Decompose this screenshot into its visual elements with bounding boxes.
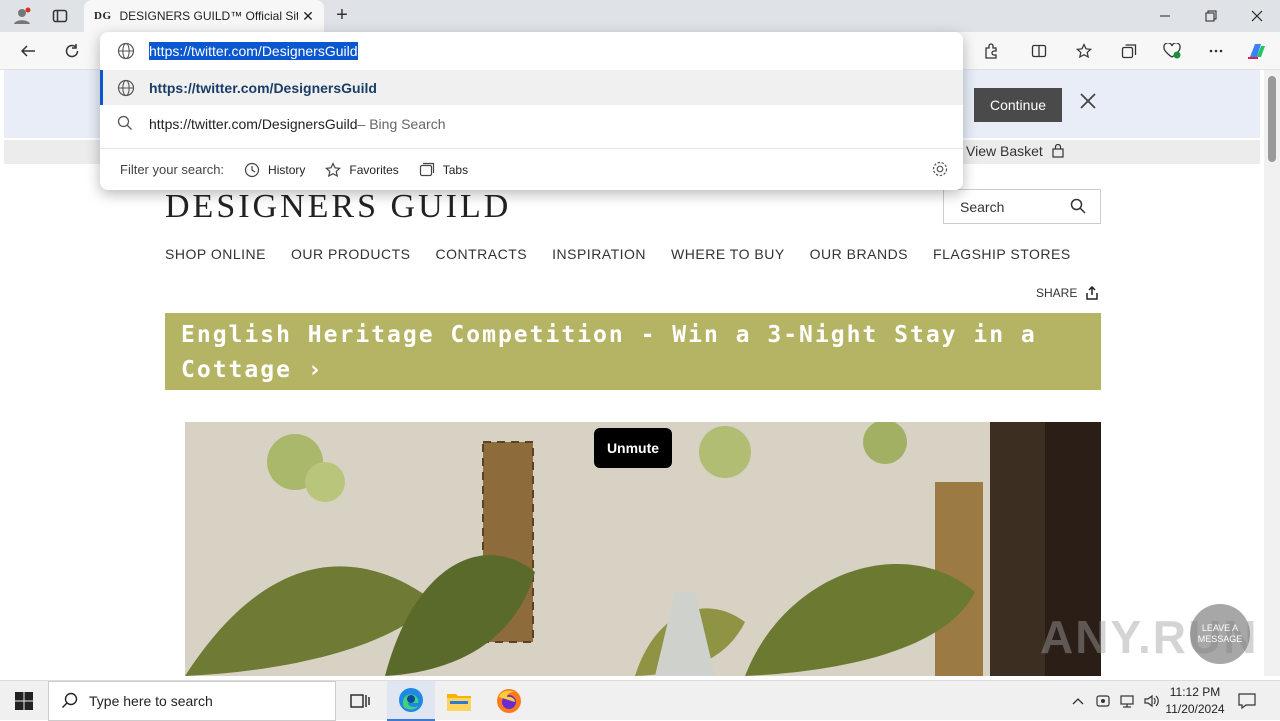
nav-our-brands[interactable]: OUR BRANDS (810, 246, 908, 262)
site-logo[interactable]: DESIGNERS GUILD (165, 188, 511, 226)
notification-icon[interactable] (1234, 681, 1260, 721)
taskbar-clock[interactable]: 11:12 PM 11/20/2024 (1160, 684, 1230, 718)
basket-icon (1052, 144, 1064, 158)
filter-favorites-label: Favorites (349, 162, 399, 177)
collections-icon[interactable] (1117, 39, 1141, 63)
view-basket-link[interactable]: View Basket (966, 143, 1065, 159)
firefox-icon (497, 689, 521, 713)
minimize-button[interactable] (1142, 0, 1188, 32)
site-favicon-icon: DG (94, 10, 112, 22)
star-icon (325, 161, 342, 177)
tray-overflow-icon[interactable] (1068, 681, 1088, 721)
browser-tab-bar: DG DESIGNERS GUILD™ Official Site ✕ + (0, 0, 1280, 32)
taskbar-search-input[interactable]: Type here to search (48, 681, 336, 721)
security-icon[interactable] (1092, 681, 1114, 721)
continue-button[interactable]: Continue (974, 88, 1062, 122)
site-search-input[interactable]: Search (943, 189, 1101, 224)
unmute-button[interactable]: Unmute (594, 428, 672, 468)
taskbar-firefox[interactable] (485, 681, 533, 721)
taskbar-edge-app[interactable] (387, 681, 435, 721)
promo-banner[interactable]: English Heritage Competition - Win a 3-N… (165, 313, 1101, 390)
suggestion-url-text: https://twitter.com/DesignersGuild (149, 79, 377, 96)
nav-where-to-buy[interactable]: WHERE TO BUY (671, 246, 785, 262)
windows-logo-icon (15, 692, 33, 710)
network-icon[interactable] (1116, 681, 1138, 721)
address-bar-dropdown: https://twitter.com/DesignersGuild https… (100, 32, 963, 190)
tabs-icon (419, 162, 434, 176)
browser-essentials-icon[interactable] (1160, 39, 1184, 63)
close-window-button[interactable] (1234, 0, 1280, 32)
tab-actions-icon[interactable] (48, 4, 72, 28)
filter-history[interactable]: History (244, 162, 305, 178)
restore-button[interactable] (1188, 0, 1234, 32)
suggestion-bing-search[interactable]: https://twitter.com/DesignersGuild – Bin… (100, 106, 963, 141)
site-search-placeholder: Search (960, 198, 1005, 215)
notice-close-icon[interactable] (1076, 92, 1100, 116)
nav-inspiration[interactable]: INSPIRATION (552, 246, 646, 262)
filter-tabs[interactable]: Tabs (419, 162, 468, 178)
filter-favorites[interactable]: Favorites (325, 161, 399, 178)
globe-icon (117, 79, 135, 100)
start-button[interactable] (0, 681, 48, 721)
address-bar-value: https://twitter.com/DesignersGuild (149, 42, 358, 60)
profile-icon[interactable] (10, 4, 34, 28)
nav-flagship-stores[interactable]: FLAGSHIP STORES (933, 246, 1071, 262)
search-icon (61, 692, 79, 713)
back-button[interactable] (16, 39, 40, 63)
nav-shop-online[interactable]: SHOP ONLINE (165, 246, 266, 262)
clock-time: 11:12 PM (1169, 685, 1221, 699)
hero-video[interactable]: Unmute (185, 422, 1101, 676)
suggestion-url[interactable]: https://twitter.com/DesignersGuild (100, 70, 963, 105)
task-view-icon (350, 694, 370, 708)
share-label: SHARE (1036, 286, 1078, 300)
history-icon (244, 162, 260, 177)
folder-icon (447, 694, 471, 711)
favorites-star-icon[interactable] (1072, 39, 1096, 63)
filter-tabs-label: Tabs (442, 162, 469, 177)
search-icon[interactable] (1070, 198, 1086, 217)
windows-taskbar: Type here to search 11:12 PM 11/20/2024 (0, 680, 1280, 721)
tab-title: DESIGNERS GUILD™ Official Site (119, 9, 299, 23)
address-bar-input[interactable]: https://twitter.com/DesignersGuild (100, 32, 963, 70)
new-tab-button[interactable]: + (330, 4, 354, 28)
clock-date: 11/20/2024 (1165, 702, 1225, 716)
suggestion-search-text: https://twitter.com/DesignersGuild (149, 115, 358, 132)
scroll-thumb[interactable] (1268, 76, 1276, 162)
refresh-button[interactable] (60, 39, 84, 63)
tab-designers-guild[interactable]: DG DESIGNERS GUILD™ Official Site ✕ (84, 0, 324, 32)
edge-icon (399, 688, 423, 712)
extensions-icon[interactable] (979, 39, 1003, 63)
globe-icon (117, 42, 135, 63)
leave-message-button[interactable]: LEAVE A MESSAGE (1190, 604, 1250, 664)
page-scrollbar[interactable] (1264, 70, 1280, 676)
main-nav: SHOP ONLINE OUR PRODUCTS CONTRACTS INSPI… (165, 246, 1096, 262)
tab-close-icon[interactable]: ✕ (298, 8, 318, 25)
view-basket-label: View Basket (966, 143, 1043, 159)
more-menu-icon[interactable] (1204, 39, 1228, 63)
search-filter-row: Filter your search: History Favorites Ta… (100, 148, 963, 190)
taskbar-search-placeholder: Type here to search (89, 693, 213, 709)
gear-icon[interactable] (931, 160, 949, 181)
share-icon (1086, 286, 1099, 300)
share-button[interactable]: SHARE (1036, 286, 1099, 300)
split-screen-icon[interactable] (1027, 39, 1051, 63)
filter-history-label: History (268, 162, 306, 177)
taskbar-file-explorer[interactable] (435, 681, 483, 721)
search-icon (117, 115, 133, 134)
task-view-button[interactable] (336, 681, 384, 721)
suggestion-search-suffix: – Bing Search (357, 115, 446, 132)
nav-our-products[interactable]: OUR PRODUCTS (291, 246, 411, 262)
filter-label: Filter your search: (120, 162, 225, 177)
volume-icon[interactable] (1140, 681, 1162, 721)
nav-contracts[interactable]: CONTRACTS (436, 246, 528, 262)
copilot-icon[interactable] (1245, 39, 1269, 63)
